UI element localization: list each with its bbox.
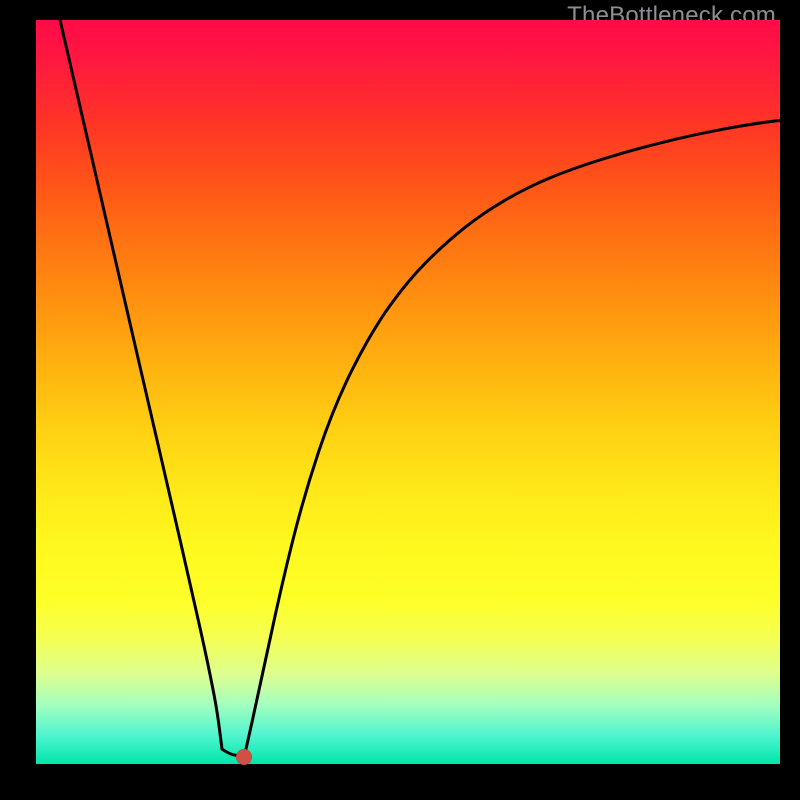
minimum-marker: [236, 749, 252, 765]
bottleneck-curve: [36, 20, 780, 764]
chart-frame: TheBottleneck.com: [0, 0, 800, 800]
plot-area: [36, 20, 780, 764]
curve-path: [58, 13, 780, 757]
